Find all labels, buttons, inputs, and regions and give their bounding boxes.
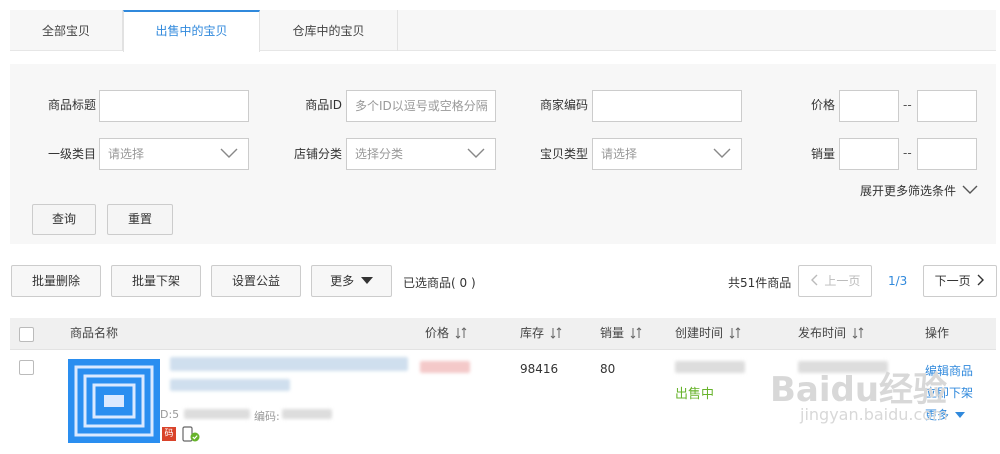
price-range-separator: -- [903, 98, 912, 112]
product-code-blurred [282, 409, 332, 419]
col-name-header: 商品名称 [70, 326, 119, 340]
col-sales-header[interactable]: 销量 [600, 318, 642, 348]
tab-in-warehouse[interactable]: 仓库中的宝贝 [260, 10, 398, 51]
chevron-right-icon [977, 274, 985, 286]
shop-category-label: 店铺分类 [293, 147, 342, 161]
item-type-label: 宝贝类型 [539, 147, 588, 161]
search-button[interactable]: 查询 [32, 204, 96, 235]
expand-filters-label: 展开更多筛选条件 [860, 184, 957, 198]
stock-value: 98416 [520, 362, 559, 376]
product-thumbnail[interactable] [68, 359, 160, 443]
product-id: D:5 [160, 408, 180, 421]
code-badge: 码 [162, 427, 176, 441]
col-created-label: 创建时间 [675, 326, 724, 340]
next-page-label: 下一页 [934, 274, 971, 288]
baidu-watermark: Baidu经验 [770, 370, 948, 410]
merchant-code-label: 商家编码 [539, 98, 588, 112]
col-published-label: 发布时间 [798, 326, 847, 340]
page-indicator: 1/3 [888, 274, 908, 288]
expand-filters-link[interactable]: 展开更多筛选条件 [860, 182, 978, 199]
sales-min-input[interactable] [839, 138, 899, 170]
set-charity-button[interactable]: 设置公益 [211, 265, 301, 297]
created-time-blurred [675, 361, 745, 373]
tab-on-sale[interactable]: 出售中的宝贝 [123, 10, 260, 52]
prev-page-button[interactable]: 上一页 [798, 265, 872, 297]
more-actions-button[interactable]: 更多 [311, 265, 392, 297]
sort-icon [455, 327, 467, 339]
select-all-checkbox[interactable] [19, 327, 34, 342]
col-created-header[interactable]: 创建时间 [675, 318, 741, 348]
title-label: 商品标题 [47, 98, 96, 112]
batch-delist-button[interactable]: 批量下架 [111, 265, 201, 297]
prev-page-label: 上一页 [824, 274, 861, 288]
sales-max-input[interactable] [917, 138, 977, 170]
baidu-watermark-url: jingyan.baidu.com [800, 405, 948, 424]
sort-icon [550, 327, 562, 339]
id-input[interactable]: 多个ID以逗号或空格分隔 [346, 90, 496, 122]
chevron-down-icon [220, 148, 238, 158]
product-id-blurred [184, 409, 250, 419]
price-max-input[interactable] [917, 90, 977, 122]
chevron-down-icon [962, 185, 978, 194]
price-blurred [420, 361, 470, 373]
product-code-label: 编码: [254, 410, 280, 423]
col-price-label: 价格 [425, 326, 450, 340]
sort-icon [729, 327, 741, 339]
chevron-left-icon [810, 274, 818, 286]
id-input-placeholder: 多个ID以逗号或空格分隔 [355, 99, 488, 113]
merchant-code-input[interactable] [592, 90, 742, 122]
sort-icon [852, 327, 864, 339]
row-checkbox[interactable] [19, 360, 34, 375]
product-subtitle-blurred [170, 379, 290, 391]
price-label: 价格 [810, 98, 835, 112]
batch-delete-button[interactable]: 批量删除 [11, 265, 101, 297]
col-published-header[interactable]: 发布时间 [798, 318, 864, 348]
col-sales-label: 销量 [600, 326, 625, 340]
category-label: 一级类目 [47, 147, 96, 161]
sales-label: 销量 [810, 147, 835, 161]
more-actions-label: 更多 [330, 274, 355, 288]
chevron-down-icon [467, 148, 485, 158]
col-ops-header: 操作 [925, 326, 950, 340]
sales-range-separator: -- [903, 146, 912, 160]
selected-count: 已选商品( 0 ) [403, 276, 476, 290]
tab-all-items[interactable]: 全部宝贝 [10, 10, 123, 51]
product-title-blurred[interactable] [170, 357, 408, 371]
item-type-select[interactable]: 请选择 [592, 138, 742, 170]
mobile-check-icon [182, 426, 200, 442]
sort-icon [630, 327, 642, 339]
caret-down-icon [360, 277, 373, 284]
caret-down-icon [954, 412, 965, 418]
col-stock-header[interactable]: 库存 [520, 318, 562, 348]
title-input[interactable] [99, 90, 249, 122]
reset-button[interactable]: 重置 [107, 204, 173, 235]
chevron-down-icon [713, 148, 731, 158]
total-count: 共51件商品 [728, 276, 792, 290]
col-stock-label: 库存 [520, 326, 545, 340]
status-badge: 出售中 [675, 387, 715, 402]
category-select[interactable]: 请选择 [99, 138, 249, 170]
id-label: 商品ID [305, 98, 342, 112]
shop-category-select[interactable]: 选择分类 [346, 138, 496, 170]
table-header: 商品名称 价格 库存 销量 创建时间 发布时间 操作 [10, 318, 996, 350]
sales-value: 80 [600, 362, 616, 376]
next-page-button[interactable]: 下一页 [923, 265, 997, 297]
price-min-input[interactable] [839, 90, 899, 122]
col-price-header[interactable]: 价格 [425, 318, 467, 348]
tab-bar: 全部宝贝 出售中的宝贝 仓库中的宝贝 [10, 10, 996, 52]
